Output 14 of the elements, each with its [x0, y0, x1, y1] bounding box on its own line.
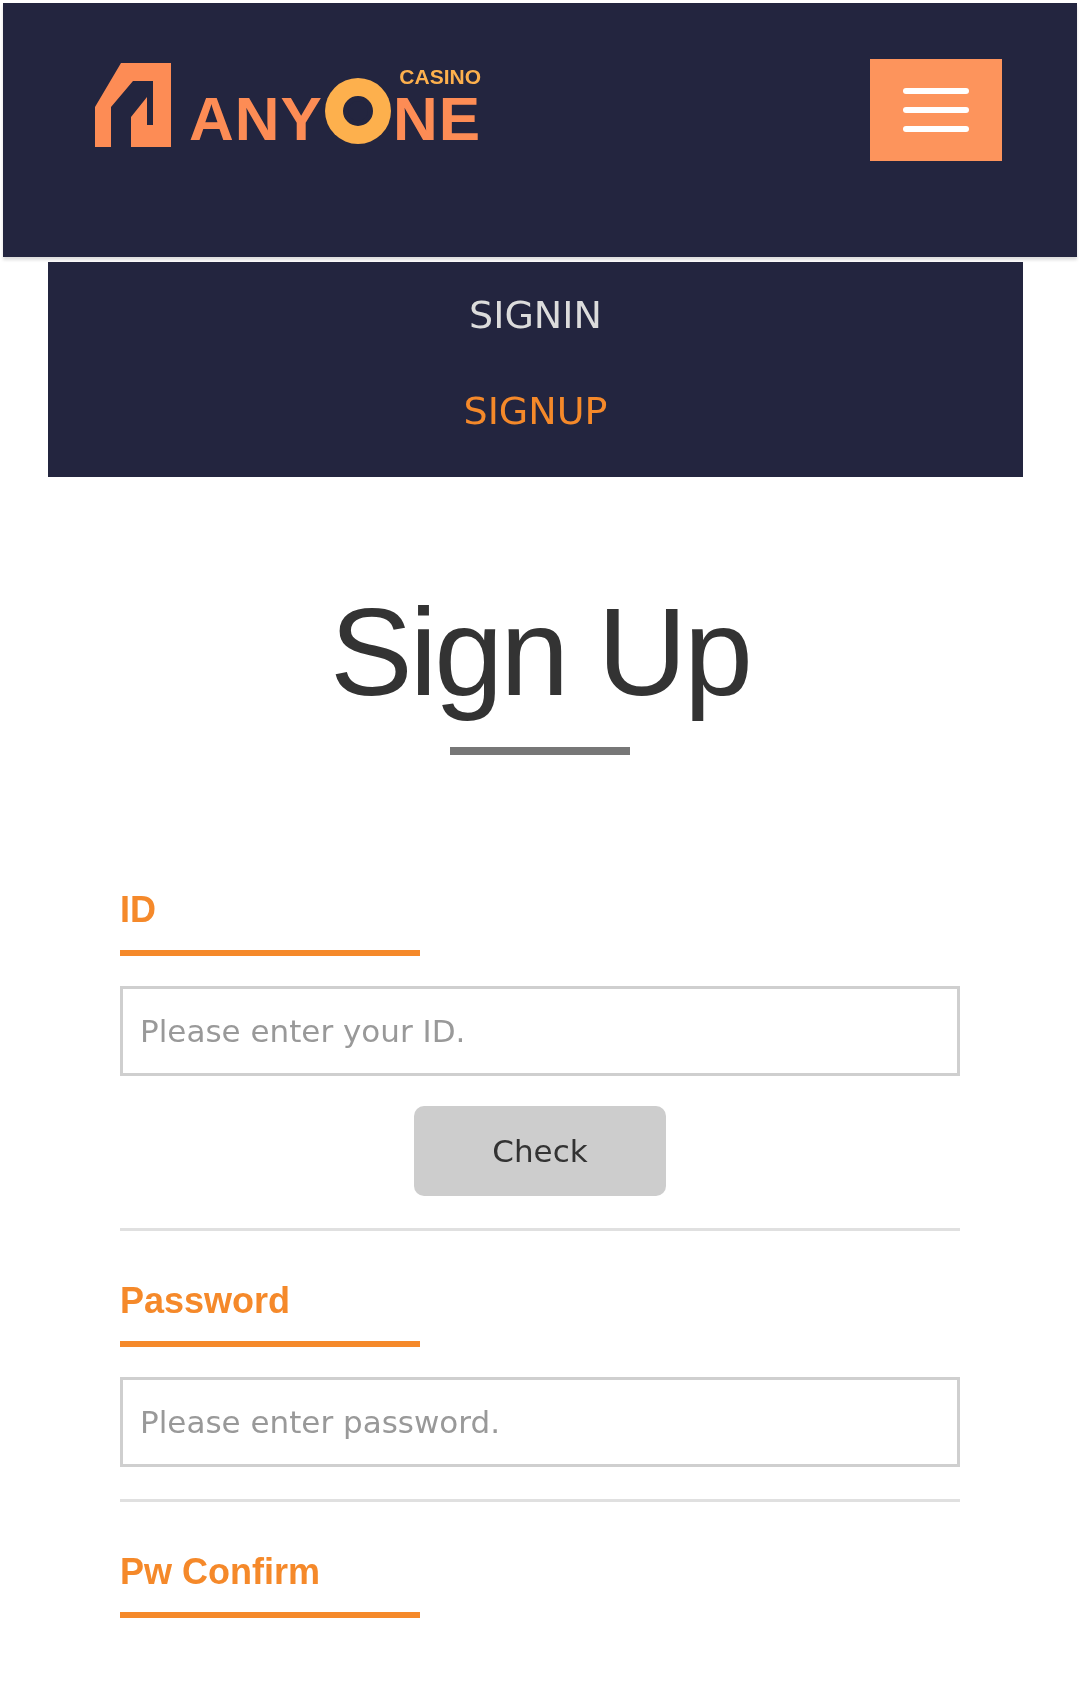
field-label: Password [120, 1281, 292, 1321]
logo-icon [95, 63, 171, 147]
field-label: Pw Confirm [120, 1552, 321, 1592]
input-field[interactable]: Please enter your ID. [120, 986, 960, 1076]
field-label: ID [120, 890, 157, 930]
menu-button[interactable] [870, 59, 1002, 161]
input-field[interactable]: Please enter password. [120, 1377, 960, 1467]
menu-icon [903, 88, 969, 132]
check-button[interactable]: Check [414, 1106, 666, 1196]
nav-link[interactable]: SIGNIN [465, 282, 606, 348]
logo-badge-text: CASINO [399, 67, 482, 87]
nav-link[interactable]: SIGNUP [459, 378, 612, 444]
logo-text: ANY [189, 91, 323, 147]
logo-text: NE [392, 91, 482, 147]
